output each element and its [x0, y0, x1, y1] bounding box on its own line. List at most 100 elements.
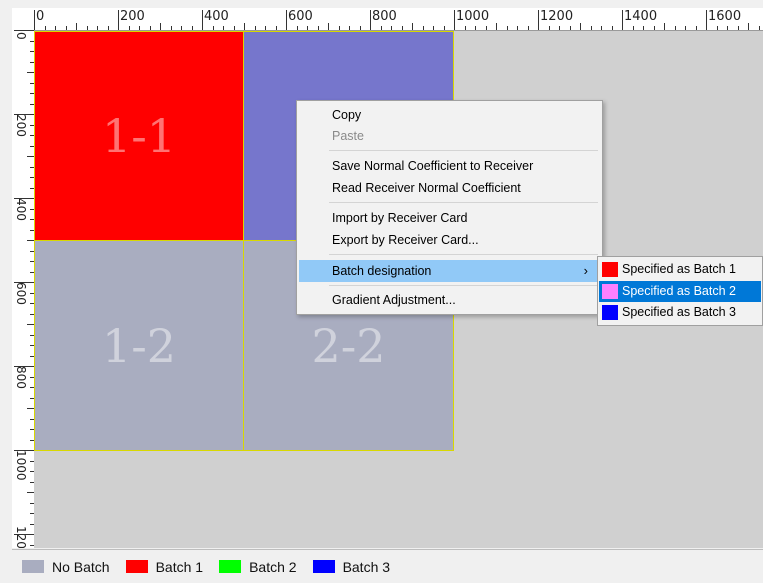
ruler-tick	[97, 26, 98, 30]
ruler-tick	[737, 26, 739, 30]
ruler-tick	[328, 23, 329, 30]
ruler-tick	[748, 23, 749, 30]
ruler-tick	[223, 26, 224, 30]
ruler-label: 200	[120, 9, 145, 24]
menu-separator	[329, 150, 598, 151]
ruler-tick	[212, 26, 214, 30]
legend-label: No Batch	[52, 558, 110, 575]
ruler-tick	[86, 26, 88, 30]
legend-swatch	[312, 560, 335, 573]
ruler-tick	[391, 26, 392, 30]
ruler-tick	[296, 26, 298, 30]
ruler-tick	[685, 26, 686, 30]
ruler-tick	[265, 26, 266, 30]
ruler-tick	[27, 156, 34, 157]
ruler-tick	[727, 26, 728, 30]
ruler-tick	[706, 10, 707, 30]
cell-label: 1-1	[101, 109, 177, 163]
ruler-label: 1000	[456, 9, 490, 24]
submenu-batch-3[interactable]: Specified as Batch 3	[599, 302, 761, 323]
menu-separator	[329, 254, 598, 255]
ruler-tick	[569, 26, 571, 30]
ruler-label: 0	[36, 9, 45, 24]
menu-paste[interactable]: Paste	[299, 125, 600, 147]
ruler-tick	[286, 10, 287, 30]
ruler-tick	[454, 10, 455, 30]
ruler-tick	[664, 23, 665, 30]
ruler-tick	[27, 324, 34, 325]
ruler-tick	[34, 10, 35, 30]
ruler-tick	[27, 240, 34, 241]
ruler-tick	[359, 26, 361, 30]
legend-item-batch-2: Batch 2	[219, 558, 297, 575]
ruler-label: 600	[14, 282, 28, 305]
ruler-tick	[433, 26, 434, 30]
legend-swatch	[125, 560, 148, 573]
ruler-label: 800	[14, 366, 28, 389]
ruler-tick	[643, 26, 644, 30]
menu-export-by-receiver-card[interactable]: Export by Receiver Card...	[299, 229, 600, 251]
ruler-tick	[611, 26, 613, 30]
menu-separator	[329, 285, 598, 286]
ruler-tick	[349, 26, 350, 30]
ruler-label: 1400	[624, 9, 658, 24]
ruler-tick	[27, 492, 34, 493]
ruler-tick	[338, 26, 340, 30]
menu-copy[interactable]: Copy	[299, 104, 600, 126]
batch-2-color-swatch	[602, 284, 618, 299]
ruler-tick	[307, 26, 308, 30]
ruler-tick	[548, 26, 550, 30]
left-ruler: 0 200 400 600 800 1000 120	[12, 30, 35, 548]
ruler-tick	[128, 26, 130, 30]
ruler-tick	[716, 26, 718, 30]
cell-1-2[interactable]: 1-2	[34, 240, 244, 451]
menu-batch-designation-label: Batch designation	[332, 264, 432, 278]
submenu-batch-1[interactable]: Specified as Batch 1	[599, 259, 761, 280]
legend-swatch	[22, 560, 44, 573]
ruler-tick	[149, 26, 151, 30]
ruler-tick	[758, 26, 760, 30]
ruler-tick	[317, 26, 319, 30]
ruler-tick	[191, 26, 193, 30]
ruler-tick	[653, 26, 655, 30]
menu-batch-designation[interactable]: Batch designation ›	[299, 260, 600, 282]
ruler-tick	[118, 10, 119, 30]
submenu-batch-2[interactable]: Specified as Batch 2	[599, 281, 761, 302]
ruler-tick	[160, 23, 161, 30]
ruler-label: 1200	[540, 9, 574, 24]
ruler-tick	[401, 26, 403, 30]
ruler-tick	[14, 114, 34, 115]
legend-item-batch-3: Batch 3	[312, 559, 390, 575]
menu-gradient-adjustment[interactable]: Gradient Adjustment...	[299, 289, 600, 311]
legend-label: Batch 2	[249, 558, 297, 575]
ruler-label: 120	[14, 526, 28, 548]
menu-read-normal-coefficient[interactable]: Read Receiver Normal Coefficient	[299, 177, 600, 199]
ruler-tick	[254, 26, 256, 30]
ruler-tick	[380, 26, 382, 30]
legend-swatch	[219, 560, 242, 573]
legend-label: Batch 1	[155, 558, 204, 575]
submenu-label: Specified as Batch 2	[622, 284, 736, 298]
ruler-tick	[632, 26, 634, 30]
ruler-tick	[443, 26, 445, 30]
ruler-tick	[475, 26, 476, 30]
menu-import-by-receiver-card[interactable]: Import by Receiver Card	[299, 207, 600, 229]
cell-1-1[interactable]: 1-1	[34, 31, 244, 241]
ruler-tick	[244, 23, 245, 30]
ruler-tick	[27, 408, 34, 409]
ruler-tick	[496, 23, 497, 30]
ruler-tick	[76, 23, 77, 30]
ruler-tick	[107, 26, 109, 30]
ruler-tick	[622, 10, 623, 30]
batch-3-color-swatch	[602, 305, 618, 320]
batch-submenu: Specified as Batch 1 Specified as Batch …	[597, 256, 763, 326]
ruler-label: 400	[204, 9, 229, 24]
ruler-tick	[590, 26, 592, 30]
ruler-tick	[14, 30, 34, 31]
ruler-tick	[422, 26, 424, 30]
menu-save-normal-coefficient[interactable]: Save Normal Coefficient to Receiver	[299, 155, 600, 177]
ruler-tick	[517, 26, 518, 30]
ruler-tick	[181, 26, 182, 30]
ruler-label: 0	[14, 32, 28, 40]
ruler-label: 600	[288, 9, 313, 24]
